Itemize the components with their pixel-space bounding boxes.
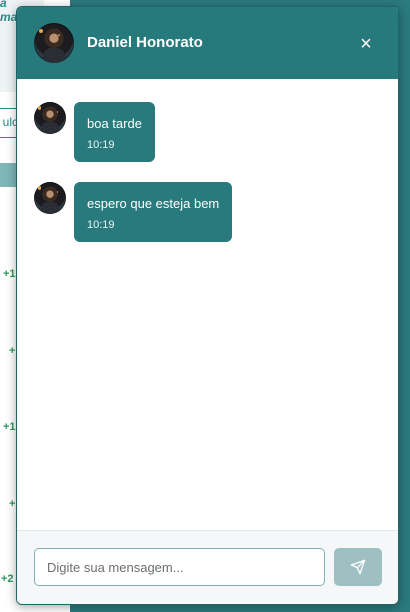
message-input[interactable] xyxy=(34,548,325,586)
send-button[interactable] xyxy=(334,548,382,586)
chat-window: Daniel Honorato × boa tarde 10:19 espero… xyxy=(16,6,399,605)
contact-name: Daniel Honorato xyxy=(87,34,203,51)
close-icon: × xyxy=(360,33,372,55)
sender-avatar xyxy=(34,182,66,214)
send-icon xyxy=(334,559,382,575)
message-bubble: boa tarde 10:19 xyxy=(74,102,155,162)
contact-avatar xyxy=(34,23,74,63)
message-text: espero que esteja bem xyxy=(87,196,220,211)
close-button[interactable]: × xyxy=(351,29,381,59)
sender-avatar xyxy=(34,102,66,134)
background-text-fragment: ma xyxy=(0,10,18,24)
message-time: 10:19 xyxy=(87,219,115,231)
background-text-fragment: a xyxy=(0,0,7,10)
message-list: boa tarde 10:19 espero que esteja bem 10… xyxy=(17,79,398,529)
message-composer xyxy=(17,530,398,604)
message-text: boa tarde xyxy=(87,116,142,131)
chat-header: Daniel Honorato × xyxy=(17,7,398,79)
message-bubble: espero que esteja bem 10:19 xyxy=(74,182,233,242)
message-time: 10:19 xyxy=(87,139,115,151)
